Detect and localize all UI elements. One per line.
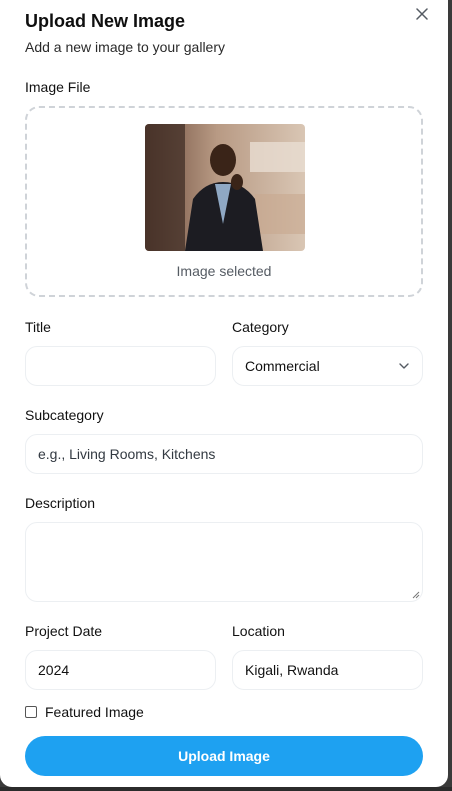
location-input[interactable]: Kigali, Rwanda [232,650,423,690]
upload-image-dialog: Upload New Image Add a new image to your… [0,0,448,787]
upload-image-button[interactable]: Upload Image [25,736,423,776]
title-input[interactable] [25,346,216,386]
featured-row: Featured Image [25,704,144,720]
upload-image-button-label: Upload Image [178,748,270,764]
subcategory-input[interactable]: e.g., Living Rooms, Kitchens [25,434,423,474]
close-button[interactable] [412,4,432,24]
title-label: Title [25,319,51,335]
image-preview [145,124,305,251]
category-label: Category [232,319,289,335]
description-textarea[interactable] [25,522,423,602]
category-select[interactable]: Commercial [232,346,423,386]
image-file-label: Image File [25,79,91,95]
description-label: Description [25,495,96,511]
chevron-down-icon [399,363,409,369]
image-dropzone[interactable]: Image selected [25,106,423,297]
location-label: Location [232,623,285,639]
subcategory-label: Subcategory [25,407,104,423]
subcategory-placeholder: e.g., Living Rooms, Kitchens [38,446,216,462]
featured-label[interactable]: Featured Image [45,704,144,720]
dialog-subtitle: Add a new image to your gallery [25,39,225,55]
category-select-value: Commercial [245,358,320,374]
location-value: Kigali, Rwanda [245,662,339,678]
featured-checkbox[interactable] [25,706,37,718]
project-date-label: Project Date [25,623,103,639]
image-selected-text: Image selected [176,263,272,279]
dialog-title: Upload New Image [25,11,186,31]
project-date-input[interactable]: 2024 [25,650,216,690]
resize-grip-icon[interactable] [412,591,420,599]
backdrop-strip [0,787,452,791]
project-date-value: 2024 [38,662,70,678]
photo-preview-icon [145,124,305,251]
close-icon [416,8,428,20]
